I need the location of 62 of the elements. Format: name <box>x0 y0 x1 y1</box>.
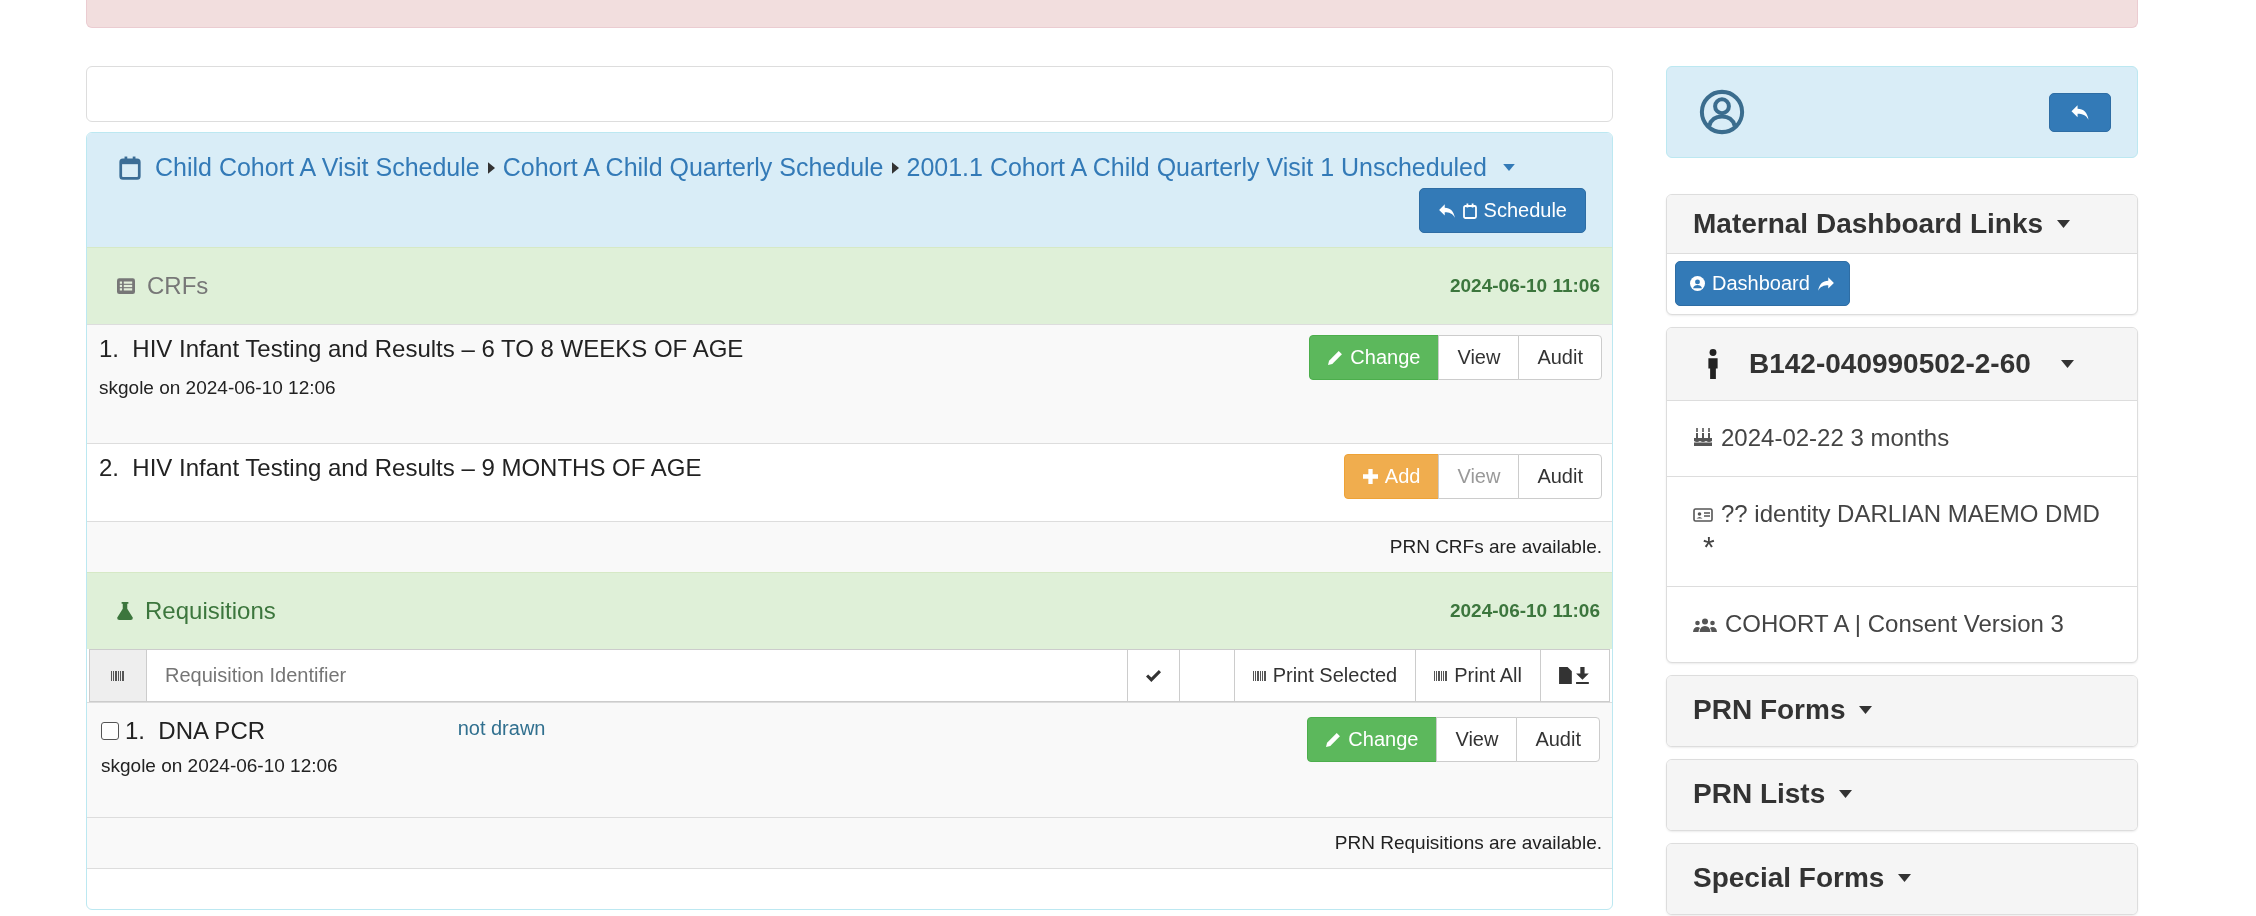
subject-info-text: ?? identity DARLIAN MAEMO DMD <box>1721 499 2100 527</box>
pencil-icon <box>1326 732 1342 747</box>
requisitions-title: Requisitions <box>145 597 276 625</box>
flask-icon <box>117 602 133 620</box>
reply-arrow-icon <box>1437 202 1456 219</box>
timestamp: 2024-06-10 11:06 <box>1450 600 1600 622</box>
section-title[interactable]: PRN Forms <box>1693 694 1846 727</box>
audit-button[interactable]: Audit <box>1516 717 1600 762</box>
crf-title: 2. HIV Infant Testing and Results – 9 MONTHS OF AGE <box>99 454 702 482</box>
breadcrumb-link[interactable]: 2001.1 Cohort A Child Quarterly Visit 1 Unscheduled <box>906 153 1487 182</box>
reply-arrow-icon <box>2070 103 2090 121</box>
pencil-icon <box>1328 350 1344 365</box>
caret-down-icon[interactable] <box>1898 874 1912 883</box>
breadcrumb-link[interactable]: Cohort A Child Quarterly Schedule <box>502 153 884 182</box>
requisition-title: 1. DNA PCR <box>125 717 266 745</box>
dashboard-button[interactable]: Dashboard <box>1675 261 1850 306</box>
schedule-button[interactable]: Schedule <box>1418 188 1586 233</box>
view-button[interactable]: View <box>1436 717 1518 762</box>
checkbox[interactable] <box>101 722 119 740</box>
requisition-identifier-field[interactable]: Requisition Identifier <box>147 649 1128 702</box>
barcode-icon <box>1252 670 1267 681</box>
view-button[interactable]: View <box>1438 335 1520 380</box>
prn-note: PRN Requisitions are available. <box>1334 832 1602 854</box>
caret-down-icon[interactable] <box>2060 360 2074 368</box>
section-title[interactable]: Special Forms <box>1693 862 1885 895</box>
birthday-cake-icon <box>1693 428 1713 446</box>
users-icon <box>1693 618 1717 633</box>
calendar-icon <box>1462 202 1477 219</box>
audit-button[interactable]: Audit <box>1518 335 1602 380</box>
subject-info-text: 2024-02-22 3 months <box>1721 424 1950 451</box>
check-icon[interactable] <box>1127 649 1180 702</box>
audit-button[interactable]: Audit <box>1518 454 1602 499</box>
crf-entry-info: skgole on 2024-06-10 12:06 <box>99 377 337 399</box>
section-title[interactable]: PRN Lists <box>1693 778 1826 811</box>
prn-note: PRN CRFs are available. <box>1389 536 1602 558</box>
calendar-icon <box>119 155 141 180</box>
caret-down-icon[interactable] <box>1839 790 1853 799</box>
back-button[interactable] <box>2049 92 2111 132</box>
plus-icon <box>1362 469 1378 484</box>
caret-right-icon <box>891 161 899 174</box>
list-icon <box>117 278 135 294</box>
print-selected-button[interactable]: Print Selected <box>1234 649 1417 702</box>
caret-down-icon[interactable] <box>1859 706 1873 715</box>
breadcrumb-link[interactable]: Child Cohort A Visit Schedule <box>155 153 480 182</box>
crf-title: 1. HIV Infant Testing and Results – 6 TO 8 WEEKS OF AGE <box>99 335 744 363</box>
caret-down-icon[interactable] <box>2057 220 2071 228</box>
subject-info-text: COHORT A | Consent Version 3 <box>1725 610 2064 638</box>
pdf-download-button[interactable] <box>1541 649 1610 702</box>
file-download-icon <box>1559 667 1591 684</box>
id-card-icon <box>1693 507 1713 522</box>
requisition-entry-info: skgole on 2024-06-10 12:06 <box>101 755 338 777</box>
caret-right-icon <box>487 161 495 174</box>
user-circle-icon <box>1690 276 1705 291</box>
person-icon <box>1707 349 1719 379</box>
requisition-status: not drawn <box>457 717 547 740</box>
user-circle-icon <box>1699 89 1745 135</box>
barcode-icon <box>1434 670 1449 681</box>
asterisk-mark: * <box>1703 531 1715 562</box>
crfs-title: CRFs <box>147 272 209 300</box>
print-all-button[interactable]: Print All <box>1416 649 1541 702</box>
timestamp: 2024-06-10 11:06 <box>1450 275 1600 297</box>
forward-arrow-icon <box>1816 275 1835 292</box>
